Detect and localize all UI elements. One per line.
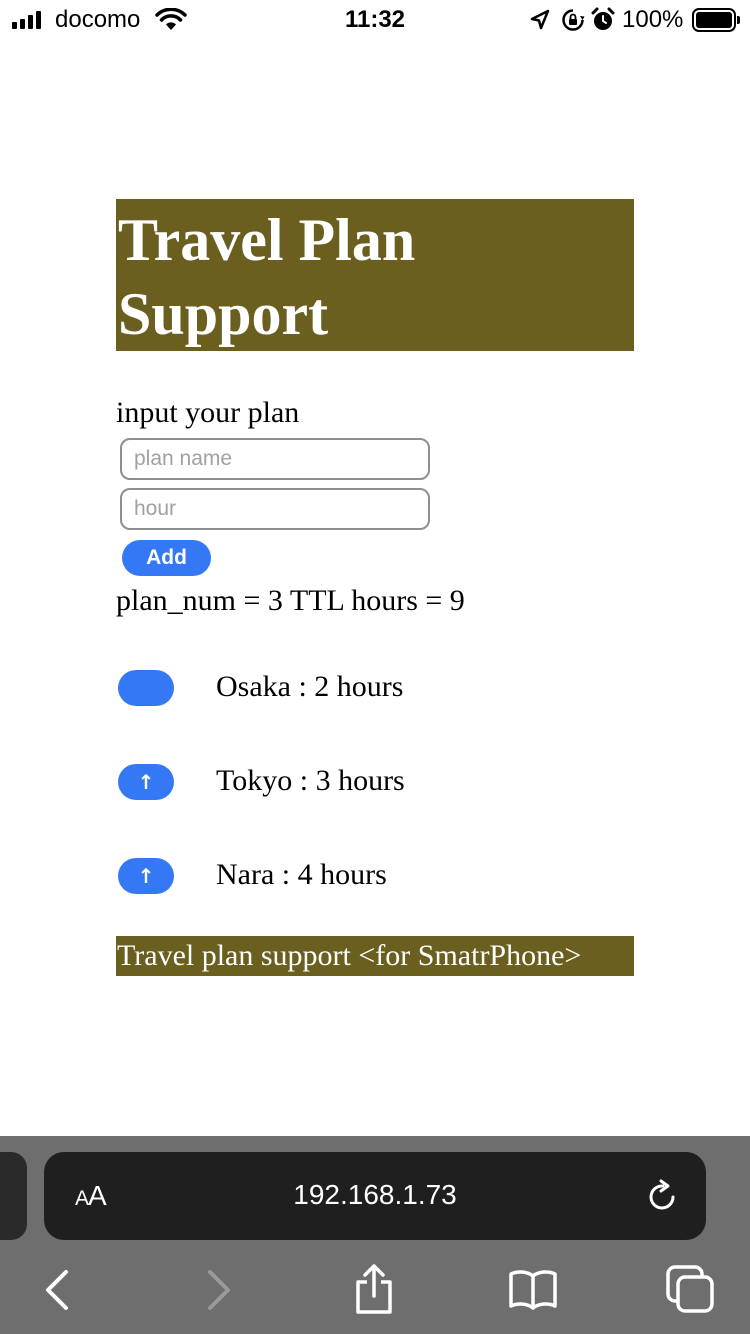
list-item: ↑ Nara : 4 hours — [118, 856, 618, 896]
arrow-up-icon: ↑ — [137, 864, 155, 888]
tabs-icon[interactable] — [665, 1264, 717, 1319]
location-icon — [530, 9, 550, 36]
forward-icon[interactable] — [200, 1266, 236, 1319]
battery-icon — [692, 8, 740, 32]
input-label: input your plan — [116, 396, 300, 429]
rotation-lock-icon — [561, 8, 585, 37]
list-item: ↑ Tokyo : 3 hours — [118, 762, 618, 802]
move-up-button[interactable]: ↑ — [118, 764, 174, 800]
plan-text: Osaka : 2 hours — [216, 670, 404, 703]
plan-text: Tokyo : 3 hours — [216, 764, 405, 797]
address-bar[interactable]: AA 192.168.1.73 — [44, 1152, 706, 1240]
page-title: Travel Plan Support — [116, 199, 634, 351]
browser-toolbar: AA 192.168.1.73 — [0, 1136, 750, 1334]
move-up-button[interactable]: ↑ — [118, 858, 174, 894]
page-footer: Travel plan support <for SmatrPhone> — [116, 936, 634, 976]
title-line-2: Support — [118, 281, 329, 347]
hour-input[interactable] — [120, 488, 430, 530]
url-text[interactable]: 192.168.1.73 — [44, 1179, 706, 1211]
reload-icon[interactable] — [646, 1178, 680, 1219]
battery-percent: 100% — [622, 6, 684, 33]
share-icon[interactable] — [353, 1262, 395, 1321]
alarm-icon — [591, 7, 615, 38]
bookmarks-icon[interactable] — [507, 1266, 559, 1319]
add-button[interactable]: Add — [122, 540, 211, 576]
title-line-1: Travel Plan — [118, 207, 416, 273]
plan-name-input[interactable] — [120, 438, 430, 480]
list-item: Osaka : 2 hours — [118, 668, 618, 708]
previous-tab[interactable] — [0, 1152, 27, 1240]
back-icon[interactable] — [40, 1266, 76, 1319]
plan-move-button[interactable] — [118, 670, 174, 706]
status-bar: docomo 11:32 100% — [0, 0, 750, 40]
arrow-up-icon: ↑ — [137, 770, 155, 794]
plan-text: Nara : 4 hours — [216, 858, 387, 891]
plan-summary: plan_num = 3 TTL hours = 9 — [116, 584, 465, 617]
